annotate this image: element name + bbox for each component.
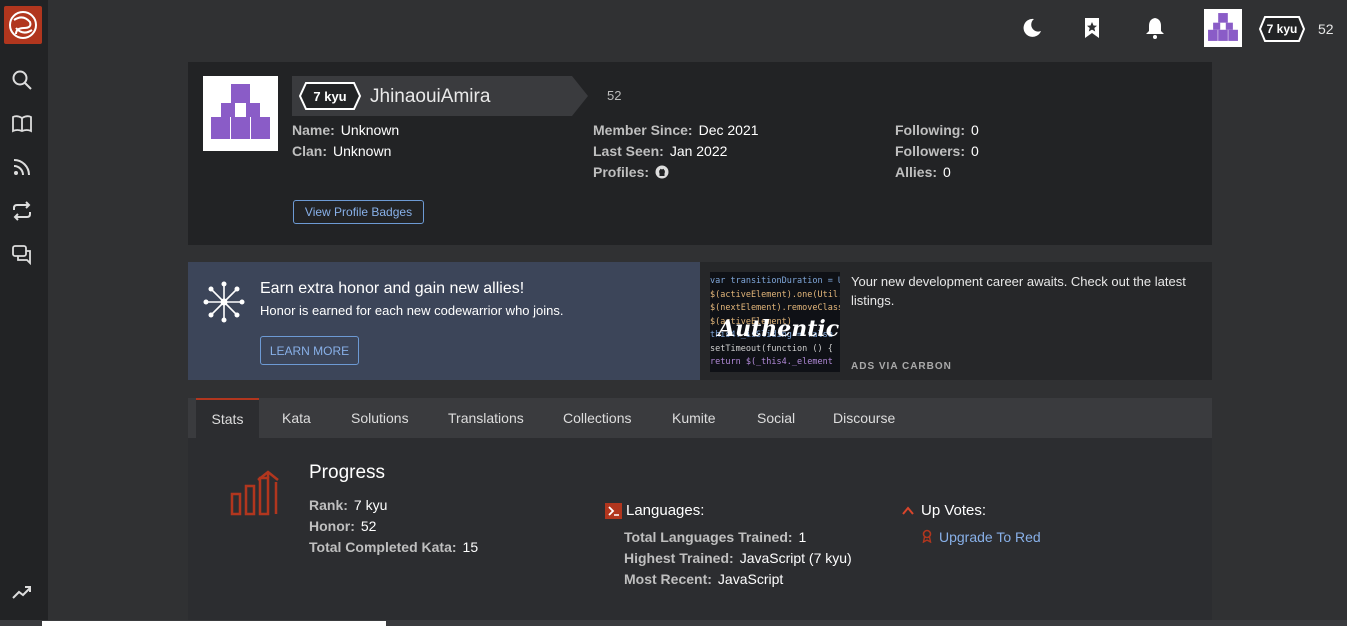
tab-translations[interactable]: Translations bbox=[448, 398, 524, 438]
chat-icon[interactable] bbox=[11, 243, 33, 265]
profile-avatar bbox=[203, 76, 278, 151]
repeat-icon[interactable] bbox=[11, 200, 33, 222]
allies-row: Allies: 0 bbox=[895, 164, 951, 180]
profile-panel: 7 kyu JhinaouiAmira 52 Name: Unknown Clan… bbox=[188, 62, 1212, 245]
ad-image-word: Authentic bbox=[718, 316, 840, 342]
network-icon bbox=[203, 281, 245, 323]
user-avatar[interactable] bbox=[1204, 9, 1242, 47]
promo-subtitle: Honor is earned for each new codewarrior… bbox=[260, 303, 564, 318]
member-since-row: Member Since: Dec 2021 bbox=[593, 122, 759, 138]
bottom-popup-edge bbox=[42, 621, 386, 626]
learn-more-button[interactable]: LEARN MORE bbox=[260, 336, 359, 365]
upvotes-title: Up Votes: bbox=[921, 502, 987, 519]
promo-title: Earn extra honor and gain new allies! bbox=[260, 280, 525, 297]
clan-row: Clan: Unknown bbox=[292, 143, 392, 159]
tab-kata[interactable]: Kata bbox=[282, 398, 311, 438]
ad-text[interactable]: Your new development career awaits. Chec… bbox=[851, 272, 1191, 310]
profile-info-col1: Name: Unknown Clan: Unknown bbox=[292, 120, 399, 162]
languages-title: Languages: bbox=[626, 502, 705, 519]
languages-info: Total Languages Trained: 1 Highest Traine… bbox=[624, 527, 852, 590]
ad-image[interactable]: var transitionDuration = Util $(activeEl… bbox=[710, 272, 840, 372]
rss-icon[interactable] bbox=[11, 156, 33, 178]
book-icon[interactable] bbox=[11, 113, 33, 135]
ribbon-icon bbox=[922, 529, 932, 543]
highest-trained-row: Highest Trained: JavaScript (7 kyu) bbox=[624, 550, 852, 566]
terminal-icon bbox=[605, 503, 622, 519]
stats-panel: Progress Rank: 7 kyu Honor: 52 Total Compl… bbox=[188, 438, 1212, 626]
chevron-up-icon bbox=[902, 506, 914, 515]
referral-promo: Earn extra honor and gain new allies! Ho… bbox=[188, 262, 700, 380]
view-profile-badges-button[interactable]: View Profile Badges bbox=[293, 200, 424, 224]
profile-info-col3: Following: 0 Followers: 0 Allies: 0 bbox=[895, 120, 979, 183]
trending-icon[interactable] bbox=[11, 581, 33, 603]
profile-honor: 52 bbox=[607, 88, 622, 103]
honor-count: 52 bbox=[1318, 21, 1334, 37]
most-recent-row: Most Recent: JavaScript bbox=[624, 571, 784, 587]
search-icon[interactable] bbox=[11, 69, 33, 91]
sidebar bbox=[0, 0, 48, 626]
profile-info-col2: Member Since: Dec 2021 Last Seen: Jan 2022… bbox=[593, 120, 759, 183]
rank-row: Rank: 7 kyu bbox=[309, 497, 388, 513]
github-icon[interactable] bbox=[655, 165, 669, 179]
ads-via-carbon[interactable]: ADS VIA CARBON bbox=[851, 361, 952, 372]
tab-social[interactable]: Social bbox=[757, 398, 795, 438]
rank-badge: 7 kyu bbox=[1258, 15, 1306, 43]
name-row: Name: Unknown bbox=[292, 122, 400, 138]
rank-label: 7 kyu bbox=[1266, 22, 1298, 36]
carbon-ad[interactable]: var transitionDuration = Util $(activeEl… bbox=[700, 262, 1212, 380]
followers-row: Followers: 0 bbox=[895, 143, 979, 159]
logo-icon[interactable] bbox=[4, 6, 42, 44]
profile-rank-badge: 7 kyu bbox=[298, 81, 362, 111]
moon-icon[interactable] bbox=[1020, 16, 1044, 40]
tab-collections[interactable]: Collections bbox=[563, 398, 631, 438]
username: JhinaouiAmira bbox=[370, 86, 491, 107]
username-banner: 7 kyu JhinaouiAmira bbox=[292, 76, 588, 116]
progress-chart-icon bbox=[230, 470, 279, 516]
total-languages-row: Total Languages Trained: 1 bbox=[624, 529, 807, 545]
progress-title: Progress bbox=[309, 462, 386, 483]
profile-tabs: Stats Kata Solutions Translations Collec… bbox=[188, 398, 1212, 438]
bookmark-icon[interactable] bbox=[1080, 16, 1104, 40]
tab-discourse[interactable]: Discourse bbox=[833, 398, 895, 438]
profiles-row: Profiles: bbox=[593, 162, 759, 183]
completed-kata-row: Total Completed Kata: 15 bbox=[309, 539, 479, 555]
tab-solutions[interactable]: Solutions bbox=[351, 398, 409, 438]
honor-row: Honor: 52 bbox=[309, 518, 377, 534]
profile-rank-label: 7 kyu bbox=[313, 88, 347, 104]
tab-stats[interactable]: Stats bbox=[196, 398, 259, 438]
bell-icon[interactable] bbox=[1143, 16, 1167, 40]
following-row: Following: 0 bbox=[895, 122, 979, 138]
last-seen-row: Last Seen: Jan 2022 bbox=[593, 143, 728, 159]
progress-info: Rank: 7 kyu Honor: 52 Total Completed Kata… bbox=[309, 495, 478, 558]
upgrade-to-red-link[interactable]: Upgrade To Red bbox=[939, 529, 1041, 545]
tab-kumite[interactable]: Kumite bbox=[672, 398, 716, 438]
